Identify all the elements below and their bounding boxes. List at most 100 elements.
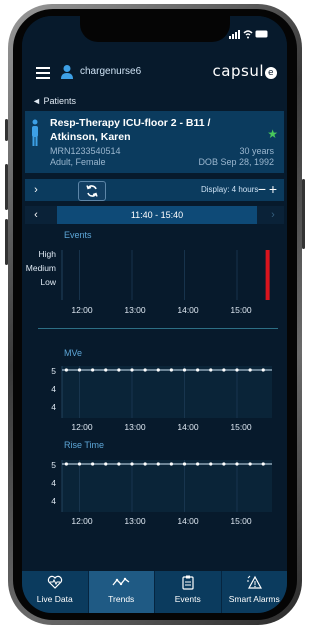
plot-background bbox=[62, 366, 272, 418]
event-bar bbox=[265, 250, 270, 300]
status-icons bbox=[229, 28, 269, 42]
menu-icon[interactable] bbox=[36, 67, 50, 79]
data-point bbox=[196, 368, 200, 372]
rise-time-xtick: 12:00 bbox=[71, 516, 93, 526]
signal-wifi-battery-icon bbox=[229, 30, 268, 39]
events-ytick: High bbox=[38, 249, 56, 259]
data-point bbox=[77, 368, 82, 372]
expand-chevron-icon[interactable]: › bbox=[25, 179, 47, 201]
patient-figure-icon bbox=[32, 119, 38, 146]
mve-xtick: 14:00 bbox=[177, 422, 199, 432]
tab-label: Trends bbox=[108, 594, 135, 604]
rise-time-xtick: 15:00 bbox=[230, 516, 252, 526]
data-point bbox=[130, 368, 134, 372]
mve-chart-title: MVe bbox=[64, 348, 83, 358]
data-point bbox=[196, 462, 200, 466]
data-point bbox=[261, 462, 265, 466]
events-ytick: Low bbox=[40, 277, 56, 287]
time-range-label: 11:40 - 15:40 bbox=[57, 206, 257, 224]
patient-card[interactable]: Resp-Therapy ICU-floor 2 - B11 / Atkinso… bbox=[25, 111, 284, 173]
back-to-patients-link[interactable]: ◄ Patients bbox=[32, 96, 76, 106]
events-xtick: 12:00 bbox=[71, 305, 93, 315]
rise-time-ytick: 4 bbox=[51, 496, 56, 506]
data-point bbox=[182, 368, 187, 372]
clipboard-icon bbox=[155, 575, 221, 593]
data-point bbox=[130, 462, 134, 466]
back-arrow-icon: ◄ bbox=[32, 96, 41, 106]
username[interactable]: chargenurse6 bbox=[80, 66, 141, 77]
bottom-tab-bar: Live Data Trends Events Smart Alarms bbox=[22, 571, 287, 613]
data-point bbox=[248, 462, 252, 466]
volume-down-button bbox=[5, 219, 8, 265]
tab-events[interactable]: Events bbox=[155, 571, 222, 613]
trend-charts: Events High Medium Low 12:00 13:00 14:00… bbox=[22, 228, 287, 568]
data-point bbox=[64, 368, 68, 372]
data-point bbox=[156, 462, 160, 466]
data-point bbox=[104, 462, 108, 466]
next-range-button[interactable]: › bbox=[262, 206, 284, 224]
patient-demographics: Adult, Female bbox=[50, 157, 106, 167]
data-point bbox=[104, 368, 108, 372]
notch bbox=[80, 16, 230, 42]
logo-text: capsul bbox=[212, 62, 264, 80]
mve-xtick: 13:00 bbox=[124, 422, 146, 432]
tab-live-data[interactable]: Live Data bbox=[22, 571, 89, 613]
mve-ytick: 5 bbox=[51, 366, 56, 376]
data-point bbox=[143, 462, 147, 466]
rise-time-chart-title: Rise Time bbox=[64, 440, 105, 450]
side-button bbox=[5, 119, 8, 141]
data-point bbox=[222, 368, 226, 372]
data-point bbox=[143, 368, 147, 372]
data-point bbox=[117, 462, 121, 466]
tab-label: Live Data bbox=[36, 594, 73, 604]
data-point bbox=[235, 368, 239, 372]
mve-xtick: 12:00 bbox=[71, 422, 93, 432]
events-chart-title: Events bbox=[64, 230, 92, 240]
data-point bbox=[248, 368, 252, 372]
display-duration: Display: 4 hours bbox=[201, 185, 259, 194]
previous-range-button[interactable]: ‹ bbox=[25, 206, 47, 224]
data-point bbox=[117, 368, 121, 372]
events-xtick: 15:00 bbox=[230, 305, 252, 315]
rise-time-ytick: 5 bbox=[51, 460, 56, 470]
capsule-logo: capsul e bbox=[213, 62, 277, 80]
app-header: chargenurse6 capsul e bbox=[22, 58, 287, 88]
data-point bbox=[77, 462, 82, 466]
rise-time-xtick: 14:00 bbox=[177, 516, 199, 526]
data-point bbox=[182, 462, 187, 466]
data-point bbox=[91, 368, 95, 372]
patient-dob: DOB Sep 28, 1992 bbox=[198, 157, 274, 167]
data-point bbox=[235, 462, 239, 466]
rise-time-xtick: 13:00 bbox=[124, 516, 146, 526]
mve-ytick: 4 bbox=[51, 384, 56, 394]
alarm-warning-icon bbox=[222, 575, 288, 593]
power-button bbox=[302, 179, 305, 249]
data-point bbox=[209, 368, 213, 372]
data-point bbox=[209, 462, 213, 466]
events-xtick: 14:00 bbox=[177, 305, 199, 315]
data-point bbox=[64, 462, 68, 466]
refresh-button[interactable] bbox=[78, 181, 106, 201]
heart-monitor-icon bbox=[22, 575, 88, 593]
plot-background bbox=[62, 460, 272, 512]
app-screen: chargenurse6 capsul e ◄ Patients Resp-The… bbox=[22, 16, 287, 613]
user-icon bbox=[61, 65, 73, 79]
tab-trends[interactable]: Trends bbox=[88, 571, 155, 613]
back-label: Patients bbox=[43, 96, 76, 106]
zoom-in-button[interactable]: + bbox=[265, 179, 281, 201]
patient-name: Resp-Therapy ICU-floor 2 - B11 / Atkinso… bbox=[50, 117, 211, 143]
tab-label: Events bbox=[174, 594, 201, 604]
events-xtick: 13:00 bbox=[124, 305, 146, 315]
mve-xtick: 15:00 bbox=[230, 422, 252, 432]
trend-line-icon bbox=[89, 575, 155, 593]
time-range-nav: ‹ 11:40 - 15:40 › bbox=[25, 206, 284, 224]
logo-mark: e bbox=[265, 67, 277, 79]
volume-up-button bbox=[5, 164, 8, 210]
tab-smart-alarms[interactable]: Smart Alarms bbox=[222, 571, 288, 613]
tab-label: Smart Alarms bbox=[228, 594, 280, 604]
data-point bbox=[169, 368, 173, 372]
favorite-star-icon[interactable]: ★ bbox=[267, 127, 278, 141]
refresh-icon bbox=[86, 185, 98, 197]
plot-background bbox=[62, 250, 272, 300]
data-point bbox=[169, 462, 173, 466]
